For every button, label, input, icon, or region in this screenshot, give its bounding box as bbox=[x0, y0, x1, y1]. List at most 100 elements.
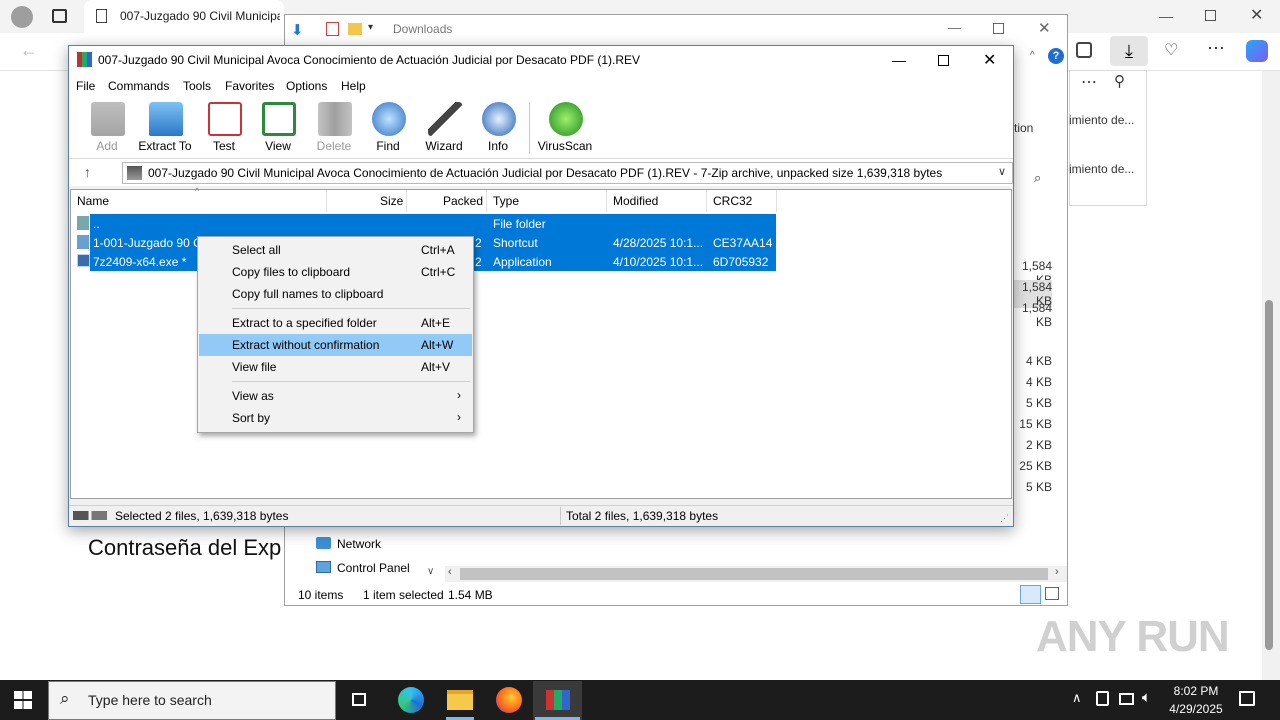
clock-time[interactable]: 8:02 PM bbox=[1168, 684, 1224, 698]
7zip-close-button[interactable]: ✕ bbox=[983, 50, 996, 70]
clock-date[interactable]: 4/29/2025 bbox=[1164, 702, 1228, 716]
nav-control-panel[interactable]: Control Panel bbox=[337, 561, 410, 575]
file-size: 5 KB bbox=[1025, 480, 1052, 494]
explorer-hscrollbar-thumb[interactable] bbox=[460, 568, 1048, 580]
bug-icon bbox=[549, 102, 583, 136]
task-view-icon[interactable] bbox=[344, 684, 376, 716]
column-crc32[interactable]: CRC32 bbox=[713, 194, 752, 208]
row-type: Application bbox=[493, 255, 552, 269]
download-item-2[interactable]: imiento de... bbox=[1069, 162, 1134, 176]
view-button[interactable]: View bbox=[246, 100, 310, 156]
column-type[interactable]: Type bbox=[493, 194, 519, 208]
column-modified[interactable]: Modified bbox=[613, 194, 658, 208]
folder-extract-icon bbox=[149, 102, 183, 136]
browser-minimize-button[interactable]: — bbox=[1159, 8, 1173, 24]
edge-taskbar-icon[interactable] bbox=[395, 684, 427, 716]
menu-favorites[interactable]: Favorites bbox=[225, 79, 274, 93]
status-size: 1.54 MB bbox=[448, 588, 493, 602]
scroll-left-icon[interactable]: ‹ bbox=[448, 566, 452, 578]
volume-icon[interactable]: 🔈︎ bbox=[1142, 689, 1151, 706]
search-icon: ⌕ bbox=[60, 689, 70, 708]
copilot-icon[interactable] bbox=[1246, 40, 1268, 62]
more-icon[interactable]: ⋯ bbox=[1207, 38, 1225, 59]
pin-icon[interactable]: ⚲ bbox=[1114, 72, 1125, 90]
file-size: 4 KB bbox=[1025, 354, 1052, 368]
menu-file[interactable]: File bbox=[76, 79, 95, 93]
book-icon bbox=[262, 102, 296, 136]
control-panel-icon bbox=[316, 561, 331, 573]
submenu-arrow-icon: › bbox=[457, 410, 461, 424]
downloads-more-icon[interactable]: ⋯ bbox=[1081, 72, 1097, 92]
menu-item-select-all[interactable]: Select all Ctrl+A bbox=[199, 239, 472, 261]
row-type: File folder bbox=[493, 217, 546, 231]
magnifier-icon bbox=[372, 102, 406, 136]
dropdown-arrow-icon[interactable]: ▾ bbox=[368, 22, 373, 33]
menu-item-copy-files[interactable]: Copy files to clipboard Ctrl+C bbox=[199, 261, 472, 283]
tiles-view-icon[interactable] bbox=[1045, 587, 1059, 600]
notifications-icon[interactable] bbox=[1239, 691, 1255, 706]
nav-network[interactable]: Network bbox=[337, 537, 381, 551]
network-tray-icon[interactable] bbox=[1119, 693, 1134, 705]
status-divider bbox=[560, 507, 561, 525]
browser-restore-button[interactable] bbox=[1205, 10, 1216, 21]
menu-item-copy-names[interactable]: Copy full names to clipboard bbox=[199, 283, 472, 305]
menu-tools[interactable]: Tools bbox=[183, 79, 211, 93]
browser-close-button[interactable]: ✕ bbox=[1250, 5, 1263, 25]
file-size: 15 KB bbox=[1019, 417, 1052, 431]
file-explorer-taskbar-icon[interactable] bbox=[444, 684, 476, 716]
column-size[interactable]: Size bbox=[380, 194, 403, 208]
menu-help[interactable]: Help bbox=[341, 79, 366, 93]
menu-item-sort-by[interactable]: Sort by › bbox=[199, 407, 472, 429]
show-hidden-icons-icon[interactable]: ∧ bbox=[1072, 690, 1082, 706]
file-size: 2 KB bbox=[1025, 438, 1052, 452]
scroll-right-icon[interactable]: › bbox=[1055, 566, 1059, 578]
heartbeat-icon[interactable]: ♡ bbox=[1164, 40, 1178, 60]
explorer-search-icon[interactable]: ⌕ bbox=[1034, 170, 1041, 186]
properties-icon[interactable] bbox=[326, 22, 339, 36]
menu-item-view-as[interactable]: View as › bbox=[199, 385, 472, 407]
7zip-maximize-button[interactable] bbox=[938, 55, 949, 66]
collections-icon[interactable] bbox=[1076, 42, 1092, 58]
address-dropdown-icon[interactable]: ∨ bbox=[998, 165, 1006, 178]
menu-options[interactable]: Options bbox=[286, 79, 327, 93]
explorer-close-button[interactable]: ✕ bbox=[1038, 19, 1051, 37]
column-divider bbox=[706, 190, 707, 212]
help-icon[interactable]: ? bbox=[1048, 48, 1064, 64]
info-button[interactable]: Info bbox=[466, 100, 530, 156]
extract-to-button[interactable]: Extract To bbox=[133, 100, 197, 156]
7zip-taskbar-icon[interactable] bbox=[542, 684, 574, 716]
virusscan-button[interactable]: VirusScan bbox=[533, 100, 597, 156]
up-arrow-icon[interactable]: ↑ bbox=[84, 164, 91, 180]
back-arrow-icon[interactable]: ← bbox=[20, 40, 38, 61]
menu-item-view-file[interactable]: View file Alt+V bbox=[199, 356, 472, 378]
resize-grip-icon[interactable]: ⋰ bbox=[1000, 513, 1009, 524]
details-view-icon[interactable] bbox=[1020, 585, 1041, 604]
tab-actions-icon[interactable] bbox=[52, 9, 67, 23]
new-folder-icon[interactable] bbox=[348, 23, 362, 35]
status-total-files: Total 2 files, 1,639,318 bytes bbox=[566, 509, 719, 523]
menu-item-extract-no-confirm[interactable]: Extract without confirmation Alt+W bbox=[199, 334, 472, 356]
profile-icon[interactable] bbox=[11, 6, 33, 28]
download-item-1[interactable]: imiento de... bbox=[1069, 113, 1134, 127]
security-icon[interactable] bbox=[1096, 691, 1109, 706]
explorer-minimize-button[interactable]: — bbox=[948, 20, 961, 35]
find-button[interactable]: Find bbox=[356, 100, 420, 156]
network-icon bbox=[316, 537, 331, 549]
menu-commands[interactable]: Commands bbox=[108, 79, 169, 93]
column-packed[interactable]: Packed bbox=[443, 194, 483, 208]
file-size: 4 KB bbox=[1025, 375, 1052, 389]
downloads-button[interactable]: ⤓ bbox=[1110, 36, 1148, 66]
table-row[interactable] bbox=[90, 214, 776, 233]
row-name: 1-001-Juzgado 90 C bbox=[93, 236, 202, 250]
browser-scrollbar-thumb[interactable] bbox=[1265, 300, 1273, 650]
row-modified: 4/10/2025 10:1... bbox=[613, 255, 704, 269]
menu-separator bbox=[232, 308, 470, 309]
7zip-minimize-button[interactable]: — bbox=[892, 52, 906, 68]
menu-item-extract-to[interactable]: Extract to a specified folder Alt+E bbox=[199, 312, 472, 334]
explorer-maximize-button[interactable] bbox=[993, 23, 1004, 34]
column-name[interactable]: Name bbox=[77, 194, 109, 208]
ribbon-expand-icon[interactable]: ^ bbox=[1030, 50, 1035, 61]
nav-scroll-down-icon[interactable]: ∨ bbox=[427, 566, 434, 577]
add-button[interactable]: Add bbox=[75, 100, 139, 156]
firefox-taskbar-icon[interactable] bbox=[493, 684, 525, 716]
